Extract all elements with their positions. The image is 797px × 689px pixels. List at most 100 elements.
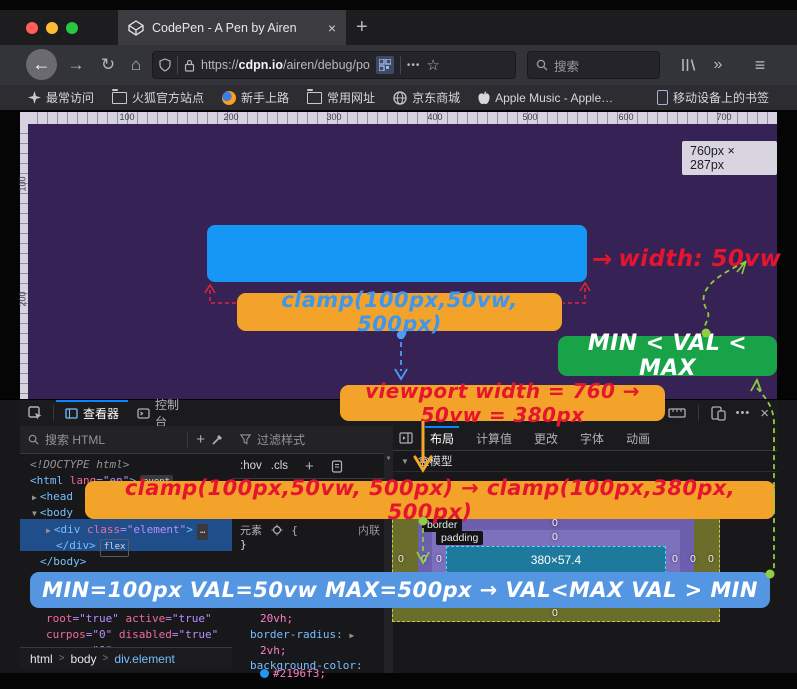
pick-element-button[interactable]: [20, 405, 51, 421]
bookmark-mobile-bookmarks[interactable]: 移动设备上的书签: [656, 89, 769, 106]
box-model-section-header[interactable]: ▼ 盒模型: [393, 451, 777, 472]
responsive-mode-icon[interactable]: [711, 405, 726, 421]
decl-border-radius[interactable]: border-radius: ▶: [250, 628, 357, 641]
sidebar-toggle-icon[interactable]: [399, 432, 413, 444]
tab-animations[interactable]: 动画: [615, 426, 661, 450]
folder-icon: [112, 88, 128, 104]
overflow-chevrons-icon[interactable]: »: [706, 53, 730, 77]
inline-label: 内联: [358, 524, 380, 537]
color-swatch[interactable]: [260, 669, 269, 678]
expander-icon: ▼: [401, 456, 409, 466]
class-toggle[interactable]: .cls: [271, 460, 288, 472]
url-bar[interactable]: https://cdpn.io/airen/debug/po ••• ☆: [152, 51, 516, 79]
breadcrumb-body[interactable]: body: [71, 652, 97, 666]
minmax-badge-text: MIN < VAL < MAX: [587, 331, 748, 381]
expander-icon[interactable]: ▶: [46, 526, 51, 535]
tab-layout[interactable]: 布局: [419, 426, 465, 450]
clamp-badge-text: clamp(100px,50vw, 500px): [281, 288, 518, 336]
tab-changes[interactable]: 更改: [523, 426, 569, 450]
inspector-icon: [65, 407, 78, 419]
bookmark-label: Apple Music - Apple…: [495, 90, 614, 105]
flex-badge[interactable]: flex: [99, 539, 130, 557]
search-bar[interactable]: 搜索: [527, 51, 660, 79]
bookmark-common-sites[interactable]: 常用网址: [307, 88, 375, 106]
css-value: 2vh;: [260, 644, 287, 657]
tab-fonts[interactable]: 字体: [569, 426, 615, 450]
page-actions-icon[interactable]: •••: [407, 60, 421, 71]
element-selector[interactable]: 元素: [240, 524, 262, 537]
add-rule-button[interactable]: +: [305, 458, 314, 475]
add-node-button[interactable]: +: [196, 431, 205, 448]
filter-styles-input[interactable]: 过滤样式: [257, 431, 305, 448]
tab-console[interactable]: 控制台: [128, 398, 190, 429]
resolve-badge-text: clamp(100px,50vw, 500px) → clamp(100px,3…: [124, 476, 736, 524]
stylesheet-icon[interactable]: [331, 459, 343, 473]
tab-close-icon[interactable]: ×: [328, 20, 336, 36]
scroll-down-icon[interactable]: ▼: [384, 426, 393, 462]
expander-icon[interactable]: ▶: [349, 631, 354, 640]
inspector-markup-panel: 搜索 HTML + <!DOCTYPE html> <html lang="en…: [20, 426, 233, 657]
devtools-close-icon[interactable]: ×: [760, 405, 769, 422]
expander-icon[interactable]: ▶: [32, 493, 37, 502]
margin-left-value[interactable]: 0: [398, 553, 404, 565]
html-search-input[interactable]: 搜索 HTML: [45, 431, 105, 448]
decl-border-radius-value[interactable]: 2vh;: [260, 644, 287, 657]
padding-left-value[interactable]: 0: [436, 553, 442, 565]
home-button[interactable]: ⌂: [124, 53, 148, 77]
breadcrumb-html[interactable]: html: [30, 652, 53, 666]
more-attrs-chip[interactable]: …: [196, 524, 209, 540]
bookmark-getting-started[interactable]: 新手上路: [222, 89, 289, 106]
decl-background-color-value[interactable]: #2196f3;: [260, 667, 326, 680]
eyedropper-icon[interactable]: [211, 433, 224, 446]
head-node[interactable]: ▶ <head: [32, 489, 73, 506]
pseudo-class-toggle[interactable]: :hov: [240, 460, 262, 472]
traffic-light-minimize[interactable]: [46, 22, 58, 34]
search-icon: [28, 434, 39, 445]
padding-right-value[interactable]: 0: [672, 553, 678, 565]
tab-computed[interactable]: 计算值: [465, 426, 523, 450]
padding-top-value[interactable]: 0: [552, 531, 558, 543]
ruler-tick-label: 700: [716, 112, 732, 122]
doctype-node[interactable]: <!DOCTYPE html>: [30, 457, 129, 473]
bookmark-most-visited[interactable]: 最常访问: [28, 89, 94, 106]
breadcrumb-div-element[interactable]: div.element: [114, 652, 174, 666]
decl-padding-value[interactable]: 20vh;: [260, 612, 293, 625]
border-left-value[interactable]: 0: [421, 553, 427, 565]
bookmark-apple-music[interactable]: Apple Music - Apple…: [478, 91, 613, 105]
margin-bottom-value[interactable]: 0: [552, 607, 558, 619]
box-model-content[interactable]: 380×57.4: [446, 546, 666, 574]
attr-name: active: [125, 612, 166, 625]
menu-icon[interactable]: ≡: [748, 53, 772, 77]
new-tab-button[interactable]: +: [356, 16, 368, 39]
breadcrumb-separator: >: [58, 653, 65, 664]
library-icon[interactable]: [680, 57, 698, 73]
back-button[interactable]: ←: [26, 49, 57, 80]
target-icon[interactable]: [271, 524, 283, 536]
div-element-node[interactable]: ▶ <div class="element">…: [46, 522, 209, 540]
body-close-node[interactable]: </body>: [40, 554, 86, 570]
minmax-badge: MIN < VAL < MAX: [558, 331, 777, 381]
bookmark-firefox-official[interactable]: 火狐官方站点: [112, 88, 204, 106]
forward-button[interactable]: →: [64, 53, 88, 77]
bookmark-jd[interactable]: 京东商城: [393, 89, 460, 106]
devtools-menu-icon[interactable]: •••: [736, 407, 751, 419]
ruler-icon[interactable]: [668, 407, 686, 419]
ruler-tick-label: 500: [522, 112, 538, 122]
width-annotation-text: width: 50vw: [618, 246, 782, 272]
traffic-light-zoom[interactable]: [66, 22, 78, 34]
traffic-light-close[interactable]: [26, 22, 38, 34]
phone-icon: [656, 90, 668, 105]
reload-button[interactable]: ↻: [96, 53, 120, 77]
margin-right-value[interactable]: 0: [708, 553, 714, 565]
shield-icon[interactable]: [159, 58, 171, 72]
devtools-toolbar-right: ••• ×: [668, 405, 777, 422]
body-node[interactable]: ▼ <body: [32, 505, 73, 522]
bookmarks-bar: 最常访问 火狐官方站点 新手上路 常用网址 京东商城 Apple Music -…: [0, 85, 797, 110]
border-right-value[interactable]: 0: [690, 553, 696, 565]
expander-icon[interactable]: ▼: [32, 509, 37, 518]
browser-tab[interactable]: CodePen - A Pen by Airen ×: [118, 10, 346, 45]
bookmark-label: 新手上路: [241, 91, 290, 105]
bookmark-star-icon[interactable]: ☆: [426, 56, 439, 74]
tab-inspector[interactable]: 查看器: [56, 400, 129, 426]
ruler-tick-label: 300: [326, 112, 342, 122]
